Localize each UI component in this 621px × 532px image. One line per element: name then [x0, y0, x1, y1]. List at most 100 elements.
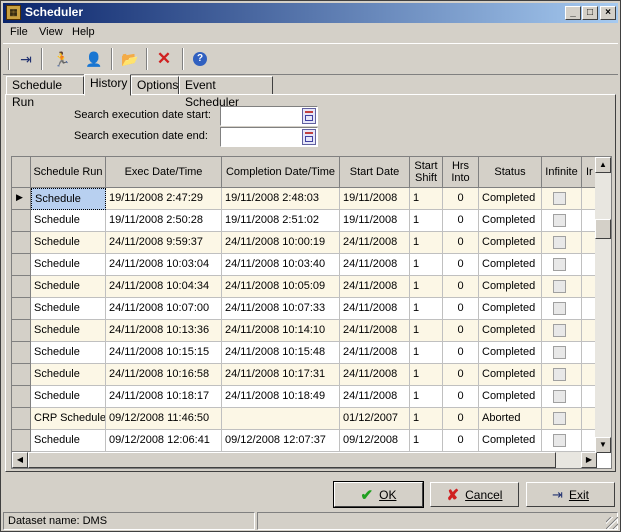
table-cell[interactable]: Completed: [479, 254, 542, 276]
table-row[interactable]: Schedule 24/11/2008 10:16:58 24/11/2008 10…: [12, 364, 598, 386]
table-cell[interactable]: Completed: [479, 232, 542, 254]
row-header[interactable]: [12, 408, 31, 430]
table-cell[interactable]: Completed: [479, 342, 542, 364]
row-header[interactable]: [12, 232, 31, 254]
table-cell[interactable]: 0: [443, 386, 479, 408]
scroll-thumb[interactable]: [595, 219, 611, 239]
table-cell[interactable]: 1: [410, 298, 443, 320]
table-cell[interactable]: 1: [410, 320, 443, 342]
table-cell[interactable]: 24/11/2008 9:59:37: [106, 232, 222, 254]
table-cell[interactable]: 1: [410, 386, 443, 408]
table-cell[interactable]: 24/11/2008: [340, 342, 410, 364]
table-cell[interactable]: 0: [443, 276, 479, 298]
row-header[interactable]: [12, 298, 31, 320]
table-row[interactable]: Schedule 24/11/2008 10:03:04 24/11/2008 10…: [12, 254, 598, 276]
table-cell[interactable]: 19/11/2008: [340, 210, 410, 232]
table-cell[interactable]: 24/11/2008 10:03:40: [222, 254, 340, 276]
close-button[interactable]: ×: [600, 6, 616, 20]
table-cell[interactable]: 19/11/2008 2:47:29: [106, 188, 222, 210]
table-row[interactable]: Schedule 24/11/2008 10:15:15 24/11/2008 10…: [12, 342, 598, 364]
table-row[interactable]: Schedule 09/12/2008 12:06:41 09/12/2008 12…: [12, 430, 598, 452]
scroll-down-icon[interactable]: ▼: [595, 437, 611, 453]
table-cell[interactable]: 24/11/2008 10:16:58: [106, 364, 222, 386]
table-cell[interactable]: 24/11/2008 10:00:19: [222, 232, 340, 254]
table-cell[interactable]: 0: [443, 188, 479, 210]
table-cell[interactable]: CRP Schedule: [31, 408, 106, 430]
row-header[interactable]: [12, 386, 31, 408]
minimize-button[interactable]: _: [565, 6, 581, 20]
table-cell[interactable]: 24/11/2008 10:07:33: [222, 298, 340, 320]
table-cell[interactable]: 1: [410, 210, 443, 232]
table-row[interactable]: Schedule 24/11/2008 10:07:00 24/11/2008 10…: [12, 298, 598, 320]
infinite-checkbox[interactable]: [553, 280, 566, 293]
table-cell[interactable]: 24/11/2008 10:04:34: [106, 276, 222, 298]
ok-button[interactable]: ✔ OK: [333, 481, 424, 508]
infinite-checkbox[interactable]: [553, 368, 566, 381]
table-cell[interactable]: Schedule: [31, 210, 106, 232]
table-cell[interactable]: 24/11/2008 10:15:48: [222, 342, 340, 364]
schedule-person-icon[interactable]: 👤: [83, 48, 105, 70]
table-cell[interactable]: Schedule: [31, 430, 106, 452]
infinite-checkbox[interactable]: [553, 258, 566, 271]
run-person-icon[interactable]: 🏃: [51, 48, 73, 70]
row-header[interactable]: [12, 254, 31, 276]
table-cell[interactable]: Completed: [479, 320, 542, 342]
infinite-checkbox[interactable]: [553, 412, 566, 425]
scroll-left-icon[interactable]: ◀: [12, 452, 28, 468]
table-cell[interactable]: Schedule: [31, 342, 106, 364]
table-cell[interactable]: Schedule: [31, 232, 106, 254]
table-cell[interactable]: 0: [443, 210, 479, 232]
title-bar[interactable]: ▦ Scheduler _ □ ×: [3, 3, 618, 23]
table-cell[interactable]: 09/12/2008: [340, 430, 410, 452]
table-cell[interactable]: 24/11/2008 10:17:31: [222, 364, 340, 386]
table-cell[interactable]: 24/11/2008: [340, 232, 410, 254]
infinite-checkbox[interactable]: [553, 192, 566, 205]
cancel-button[interactable]: ✘ Cancel: [430, 482, 519, 507]
column-header[interactable]: Status: [479, 157, 542, 188]
table-cell[interactable]: 24/11/2008 10:05:09: [222, 276, 340, 298]
table-cell[interactable]: Aborted: [479, 408, 542, 430]
table-cell[interactable]: Schedule: [31, 188, 106, 210]
table-cell[interactable]: 09/12/2008 12:06:41: [106, 430, 222, 452]
table-cell[interactable]: 09/12/2008 12:07:37: [222, 430, 340, 452]
infinite-checkbox[interactable]: [553, 346, 566, 359]
table-cell[interactable]: 24/11/2008 10:07:00: [106, 298, 222, 320]
table-cell[interactable]: 1: [410, 276, 443, 298]
table-cell[interactable]: 1: [410, 430, 443, 452]
calendar-icon[interactable]: [302, 129, 316, 145]
row-header[interactable]: [12, 342, 31, 364]
table-cell[interactable]: 1: [410, 232, 443, 254]
row-header[interactable]: [12, 210, 31, 232]
infinite-checkbox[interactable]: [553, 324, 566, 337]
scroll-up-icon[interactable]: ▲: [595, 157, 611, 173]
table-row[interactable]: Schedule 24/11/2008 10:13:36 24/11/2008 10…: [12, 320, 598, 342]
open-folder-icon[interactable]: 📂: [119, 48, 141, 70]
table-cell[interactable]: Completed: [479, 430, 542, 452]
table-cell[interactable]: 24/11/2008: [340, 386, 410, 408]
tab-schedule-run[interactable]: Schedule Run: [6, 76, 84, 109]
tab-options[interactable]: Options: [131, 76, 179, 95]
table-cell[interactable]: 24/11/2008 10:15:15: [106, 342, 222, 364]
table-cell[interactable]: Schedule: [31, 298, 106, 320]
table-cell[interactable]: 24/11/2008: [340, 298, 410, 320]
table-row[interactable]: Schedule 24/11/2008 9:59:37 24/11/2008 10:…: [12, 232, 598, 254]
table-cell[interactable]: 19/11/2008 2:50:28: [106, 210, 222, 232]
table-cell[interactable]: 0: [443, 232, 479, 254]
calendar-icon[interactable]: [302, 108, 316, 124]
row-header[interactable]: [12, 430, 31, 452]
table-cell[interactable]: 1: [410, 408, 443, 430]
table-cell[interactable]: Completed: [479, 276, 542, 298]
table-cell[interactable]: 19/11/2008: [340, 188, 410, 210]
infinite-checkbox[interactable]: [553, 236, 566, 249]
column-header[interactable]: Hrs Into: [443, 157, 479, 188]
menu-file[interactable]: File: [10, 26, 28, 38]
infinite-checkbox[interactable]: [553, 302, 566, 315]
table-cell[interactable]: 19/11/2008 2:51:02: [222, 210, 340, 232]
column-header[interactable]: Infinite: [542, 157, 582, 188]
table-cell[interactable]: Schedule: [31, 364, 106, 386]
horizontal-scrollbar[interactable]: ◀ ▶: [12, 452, 597, 468]
table-cell[interactable]: 24/11/2008 10:18:49: [222, 386, 340, 408]
menu-help[interactable]: Help: [72, 26, 95, 38]
table-cell[interactable]: 0: [443, 254, 479, 276]
table-cell[interactable]: 0: [443, 298, 479, 320]
